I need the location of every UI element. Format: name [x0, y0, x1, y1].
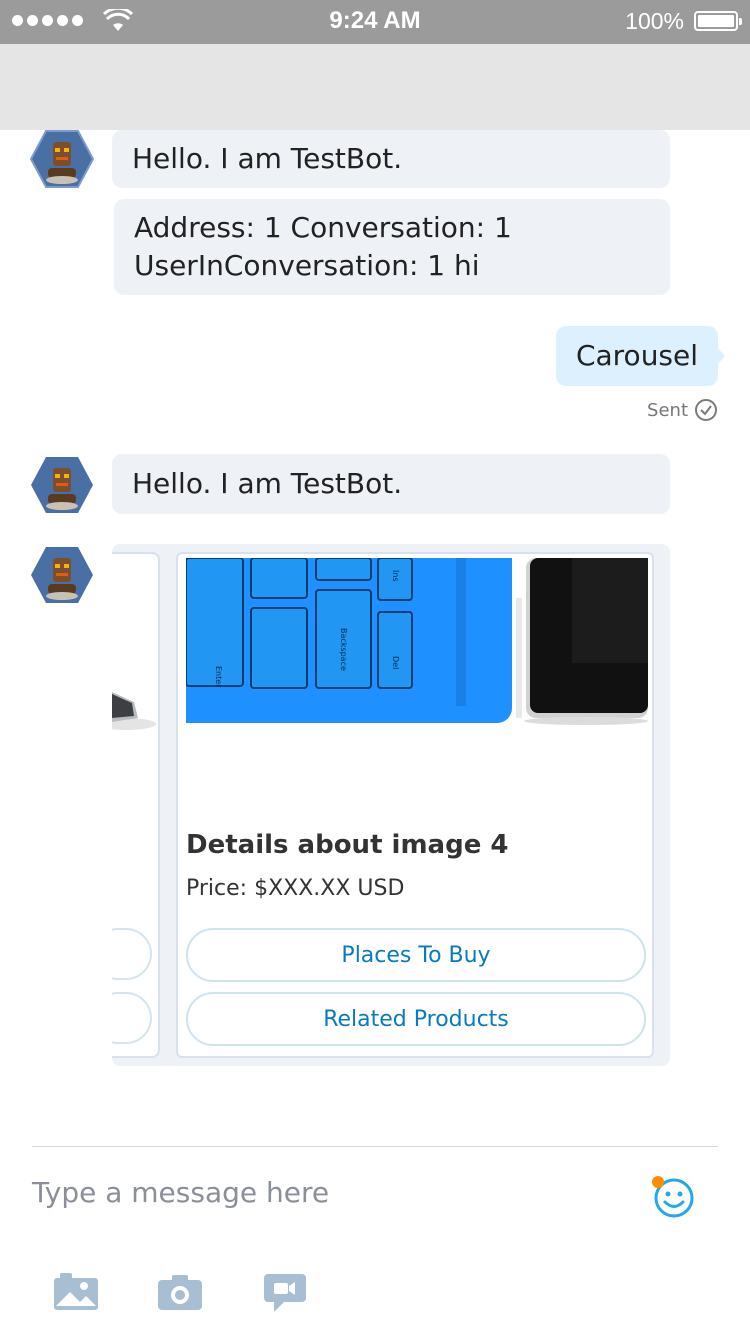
- message-input[interactable]: Type a message here: [32, 1176, 329, 1209]
- related-products-button[interactable]: Related Products: [186, 992, 646, 1046]
- carousel-button[interactable]: [112, 928, 152, 980]
- battery-icon: [694, 11, 742, 31]
- product-image: Enter Backspace Del Ins: [186, 558, 648, 728]
- message-sent-status: Sent: [647, 398, 718, 422]
- product-image: [112, 692, 156, 730]
- bot-message-text: Hello. I am TestBot.: [132, 467, 403, 500]
- bot-message-text: UserInConversation: 1 hi: [134, 249, 480, 282]
- sent-check-icon: [695, 399, 717, 421]
- card-title: Details about image 4: [186, 830, 509, 860]
- bot-avatar: [30, 130, 94, 188]
- carousel-card: Enter Backspace Del Ins Details about im…: [176, 552, 654, 1058]
- card-subtitle: Price: $XXX.XX USD: [186, 876, 405, 901]
- bot-avatar: [31, 457, 93, 513]
- sent-label: Sent: [647, 399, 688, 421]
- bot-avatar: [31, 547, 93, 603]
- user-message-bubble: Carousel: [556, 326, 718, 386]
- key-label: Backspace: [339, 628, 348, 671]
- places-to-buy-button[interactable]: Places To Buy: [186, 928, 646, 982]
- compose-divider: [32, 1146, 718, 1147]
- key-label: Del: [391, 656, 400, 669]
- key-label: Ins: [391, 570, 400, 582]
- bubble-tail: [716, 346, 725, 366]
- bot-message-bubble-info: Address: 1 Conversation: 1 UserInConvers…: [114, 199, 670, 295]
- carousel-button[interactable]: [112, 992, 152, 1044]
- user-message-text: Carousel: [575, 339, 699, 372]
- status-bar: 9:24 AM 100%: [0, 0, 750, 44]
- emoji-icon[interactable]: [650, 1174, 698, 1222]
- bot-message-text: Address: 1 Conversation: 1: [134, 211, 512, 244]
- navigation-bar: [0, 44, 750, 130]
- camera-icon[interactable]: [156, 1272, 204, 1312]
- gallery-icon[interactable]: [52, 1272, 100, 1312]
- carousel-card-previous[interactable]: [112, 552, 160, 1058]
- video-message-icon[interactable]: [262, 1272, 308, 1314]
- key-label: Enter: [214, 666, 223, 688]
- bot-message-bubble: Hello. I am TestBot.: [112, 130, 670, 188]
- bot-message-bubble: Hello. I am TestBot.: [112, 454, 670, 514]
- battery-percentage: 100%: [625, 8, 684, 34]
- bot-message-text: Hello. I am TestBot.: [132, 142, 403, 175]
